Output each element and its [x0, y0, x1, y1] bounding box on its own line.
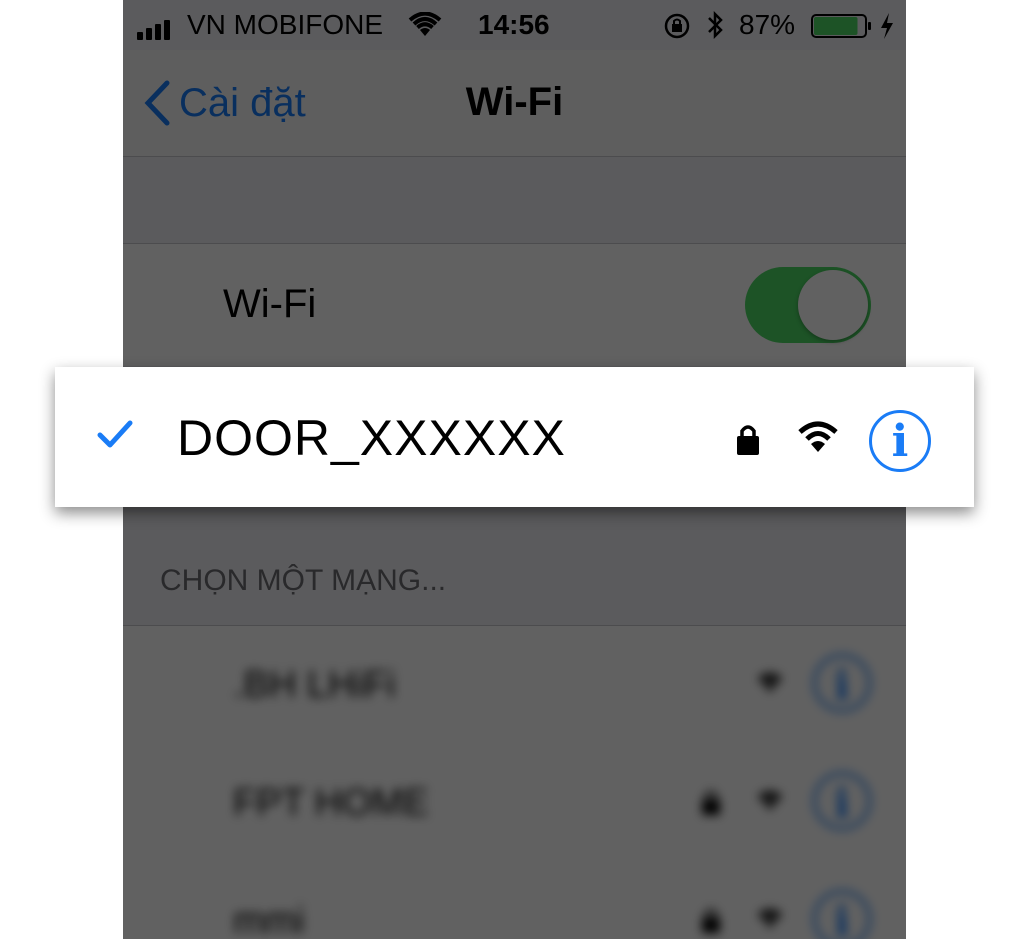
- connected-network-name: DOOR_XXXXXX: [177, 410, 566, 466]
- wifi-toggle-row: Wi-Fi: [123, 243, 906, 366]
- wifi-toggle-label: Wi-Fi: [223, 282, 317, 326]
- checkmark-icon: [97, 419, 133, 454]
- carrier-name: VN MOBIFONE: [187, 9, 384, 40]
- network-name: mmi: [233, 900, 305, 939]
- clock: 14:56: [478, 9, 550, 40]
- wifi-status-icon: [408, 11, 442, 46]
- wifi-toggle-switch[interactable]: [745, 267, 871, 343]
- page-title: Wi-Fi: [465, 80, 564, 124]
- lock-icon: [700, 788, 722, 821]
- info-icon[interactable]: i: [869, 410, 931, 472]
- wifi-strength-icon: [795, 419, 841, 460]
- info-icon[interactable]: i: [813, 772, 871, 830]
- toggle-knob: [798, 270, 868, 340]
- network-name: FPT HOME: [233, 782, 429, 824]
- choose-network-header: CHỌN MỘT MẠNG...: [160, 564, 447, 597]
- charging-bolt-icon: [879, 12, 895, 48]
- navigation-bar: Cài đặt Wi-Fi: [123, 50, 906, 157]
- connected-network-row[interactable]: DOOR_XXXXXX i: [55, 367, 974, 507]
- wifi-strength-icon: [753, 904, 787, 935]
- rotation-lock-icon: [663, 12, 691, 48]
- wifi-strength-icon: [753, 786, 787, 817]
- network-list: .BH LHiFi i FPT HOME i mmi i: [123, 625, 906, 939]
- info-icon[interactable]: i: [813, 890, 871, 939]
- info-icon[interactable]: i: [813, 654, 871, 712]
- lock-icon: [735, 422, 761, 461]
- list-item[interactable]: mmi i: [123, 862, 906, 939]
- battery-percent: 87%: [739, 9, 796, 40]
- network-name: .BH LHiFi: [233, 664, 396, 706]
- bluetooth-icon: [707, 10, 725, 48]
- signal-bars-icon: [137, 14, 181, 48]
- list-item[interactable]: FPT HOME i: [123, 744, 906, 862]
- wifi-strength-icon: [753, 668, 787, 699]
- status-bar: VN MOBIFONE 14:56 87%: [123, 0, 906, 50]
- list-item[interactable]: .BH LHiFi i: [123, 626, 906, 744]
- battery-icon: [811, 12, 875, 48]
- lock-icon: [700, 906, 722, 939]
